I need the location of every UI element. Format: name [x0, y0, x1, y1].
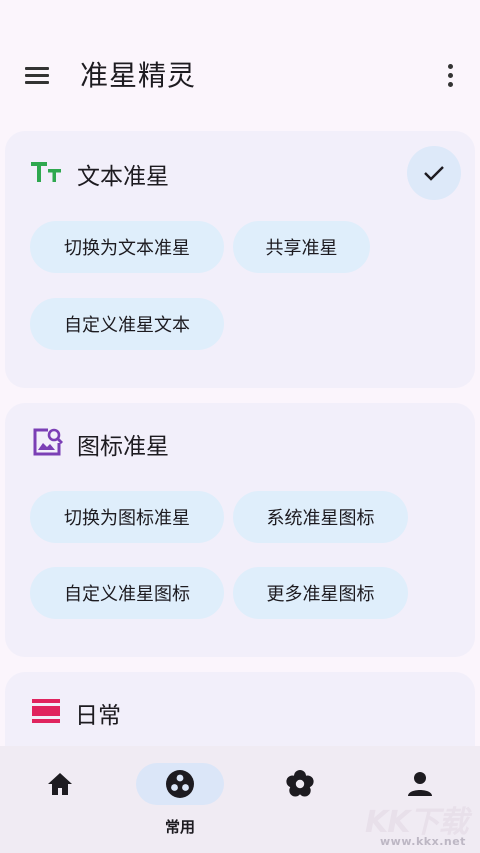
home-icon: [48, 773, 72, 795]
page-title: 准星精灵: [80, 59, 197, 92]
watermark-url: www.kkx.net: [380, 835, 466, 848]
more-vert-icon[interactable]: [440, 60, 462, 90]
flower-settings-icon: [286, 770, 314, 797]
custom-crosshair-icon-button[interactable]: 自定义准星图标: [30, 567, 224, 619]
nav-item-home[interactable]: [0, 746, 120, 853]
nav-label-common: 常用: [164, 818, 195, 836]
share-crosshair-button[interactable]: 共享准星: [233, 221, 370, 273]
text-crosshair-header: 文本准星: [31, 154, 169, 194]
icon-crosshair-header: 图标准星: [31, 424, 169, 464]
watermark-logo: KK下载 www.kkx.net: [362, 793, 480, 853]
app-bar: 准星精灵: [0, 0, 480, 130]
crosshair-dots-icon: [166, 770, 194, 798]
daily-header: 日常: [31, 693, 121, 733]
hamburger-menu-icon[interactable]: [22, 60, 54, 90]
more-crosshair-icons-button[interactable]: 更多准星图标: [233, 567, 408, 619]
nav-item-common[interactable]: 常用: [120, 746, 240, 853]
text-crosshair-title: 文本准星: [77, 164, 169, 190]
icon-crosshair-title: 图标准星: [77, 434, 169, 460]
text-crosshair-card: 文本准星 切换为文本准星 共享准星 自定义准星文本: [5, 131, 475, 388]
image-search-icon: [31, 426, 63, 462]
view-agenda-icon: [31, 697, 61, 729]
switch-to-text-crosshair-button[interactable]: 切换为文本准星: [30, 221, 224, 273]
system-crosshair-icons-button[interactable]: 系统准星图标: [233, 491, 408, 543]
custom-crosshair-text-button[interactable]: 自定义准星文本: [30, 298, 224, 350]
check-icon: [424, 166, 444, 181]
switch-to-icon-crosshair-button[interactable]: 切换为图标准星: [30, 491, 224, 543]
icon-crosshair-card: 图标准星 切换为图标准星 系统准星图标 自定义准星图标 更多准星图标: [5, 403, 475, 657]
nav-item-settings[interactable]: [240, 746, 360, 853]
selected-check-button[interactable]: [407, 146, 461, 200]
text-fields-icon: [31, 158, 63, 190]
daily-title: 日常: [75, 703, 121, 729]
